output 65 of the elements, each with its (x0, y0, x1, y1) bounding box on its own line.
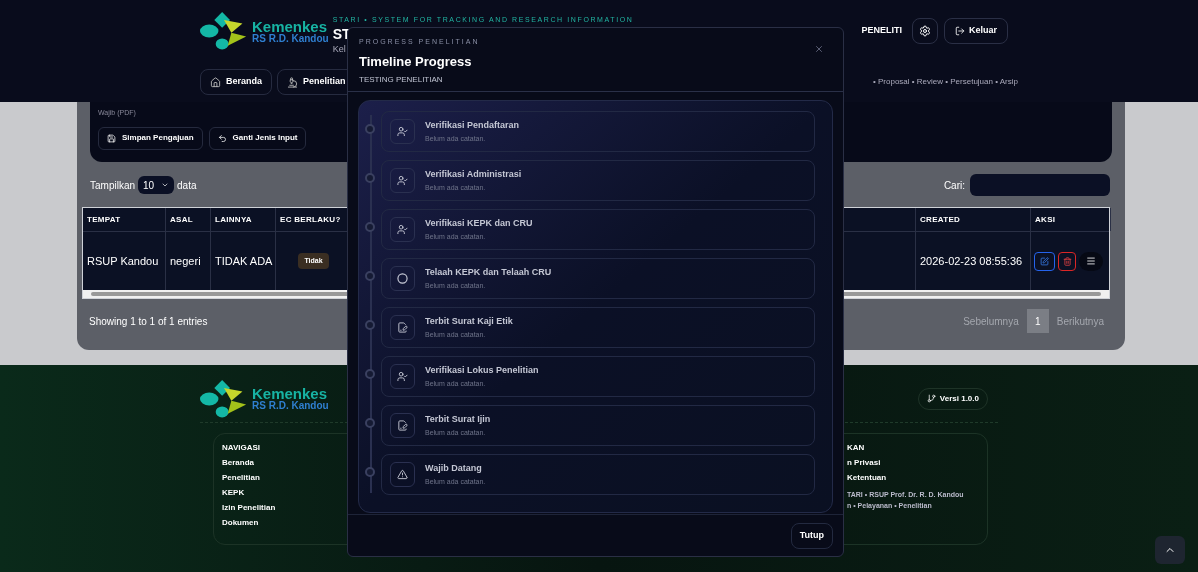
user-check-icon (397, 175, 408, 186)
logout-button[interactable]: Keluar (944, 18, 1008, 44)
breadcrumb: • Proposal • Review • Persetujuan • Arsip (872, 76, 1018, 88)
modal-subtitle: TESTING PENELITIAN (359, 74, 444, 86)
user-check-icon (397, 224, 408, 235)
app-title: ST (332, 25, 351, 44)
logo-title: Kemenkes (252, 386, 329, 401)
logo-title: Kemenkes (252, 18, 329, 34)
nav-button[interactable]: Beranda (200, 69, 272, 95)
menu-button[interactable] (1079, 251, 1103, 271)
step-title: Verifikasi Pendaftaran (425, 118, 520, 132)
page-button[interactable]: 1 (1026, 309, 1049, 333)
step-title: Verifikasi Administrasi (425, 167, 522, 181)
user-check-icon (397, 371, 408, 382)
search-label: Cari: (943, 178, 965, 193)
role-label: PENELITI (861, 24, 902, 38)
step-title: Terbit Surat Kaji Etik (425, 314, 513, 328)
branch-icon (926, 394, 936, 403)
settings-button[interactable] (912, 18, 938, 44)
logo-icon (200, 379, 248, 418)
chevron-down-icon (161, 181, 170, 189)
step-title: Verifikasi Lokus Penelitian (425, 363, 539, 377)
app-subtitle: Kel (332, 43, 346, 56)
microscope-icon (287, 76, 298, 88)
length-suffix: data (177, 178, 197, 193)
home-icon (210, 76, 221, 88)
step-title: Terbit Surat Ijin (425, 412, 491, 426)
settings-icon (919, 25, 931, 37)
footer-link[interactable]: Ketentuan (847, 472, 887, 484)
ring-icon (397, 273, 408, 284)
edit-icon (1040, 256, 1049, 266)
step-title: Wajib Datang (425, 461, 483, 475)
footer-link[interactable]: n Privasi (847, 457, 881, 469)
step-title: Telaah KEPK dan Telaah CRU (425, 265, 552, 279)
close-button[interactable]: Tutup (790, 522, 833, 549)
length-label: Tampilkan (90, 178, 136, 193)
form-button[interactable]: Simpan Pengajuan (98, 126, 203, 150)
column-header[interactable]: AKSI (1031, 208, 1111, 231)
delete-button[interactable] (1058, 251, 1076, 271)
logo-subtitle: RS R.D. Kandou (252, 401, 329, 411)
column-header[interactable]: CREATED (916, 208, 1031, 231)
length-select[interactable]: 10 (138, 176, 175, 194)
modal-title: Timeline Progress (359, 52, 473, 71)
user-check-icon (397, 126, 408, 137)
footer-heading: KAN (847, 442, 865, 454)
column-header[interactable]: ASAL (166, 208, 211, 231)
footer-heading: NAVIGASI (222, 442, 262, 454)
close-icon (814, 44, 824, 54)
table-info: Showing 1 to 1 of 1 entries (89, 314, 208, 329)
step-title: Verifikasi KEPK dan CRU (425, 216, 533, 230)
form-button[interactable]: Ganti Jenis Input (208, 126, 307, 150)
close-button[interactable] (814, 43, 824, 55)
undo-icon (217, 133, 227, 143)
logo-subtitle: RS R.D. Kandou (252, 33, 329, 44)
warning-icon (397, 469, 408, 480)
column-header[interactable]: LAINNYA (211, 208, 276, 231)
logo-icon (200, 12, 248, 50)
column-header[interactable]: TEMPAT (83, 208, 166, 231)
logout-icon (955, 26, 965, 36)
menu-icon (1086, 256, 1096, 266)
trash-icon (1062, 256, 1072, 266)
document-pen-icon (397, 420, 408, 431)
edit-button[interactable] (1034, 251, 1055, 271)
search-field[interactable] (970, 174, 1110, 196)
document-pen-icon (397, 322, 408, 333)
